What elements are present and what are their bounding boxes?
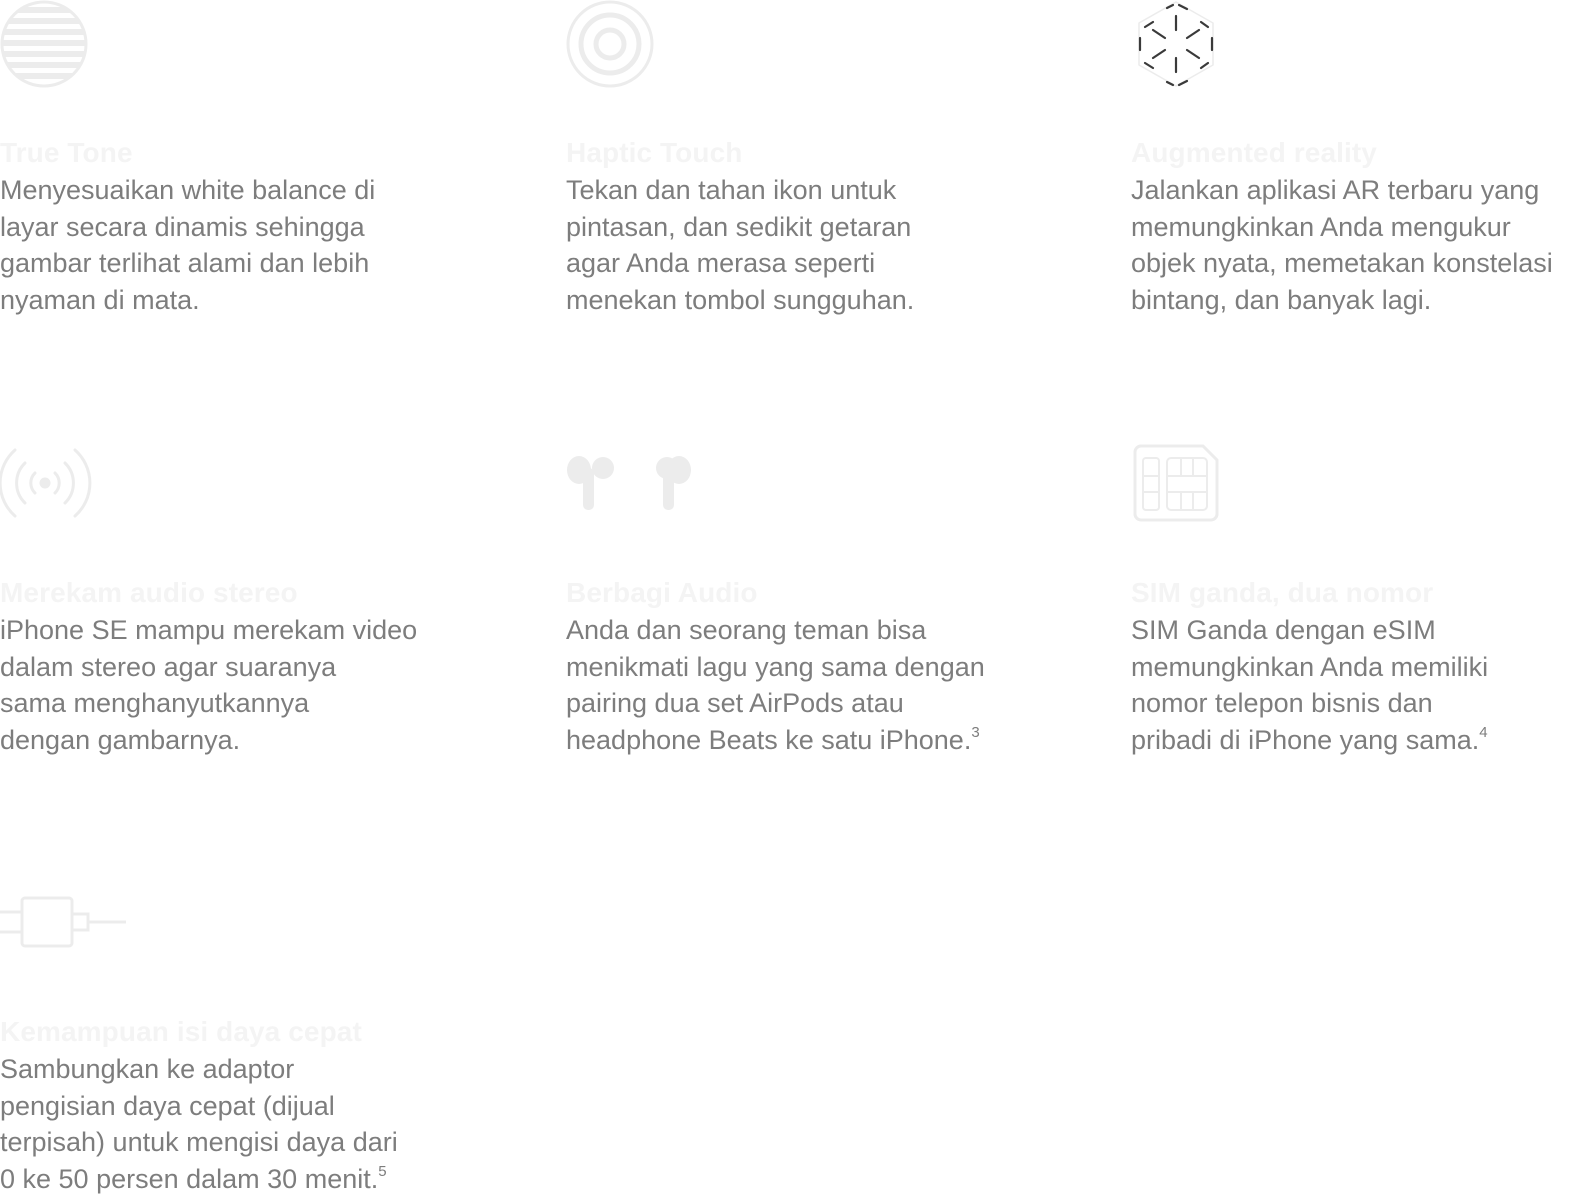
feature-description: Sambungkan ke adaptor pengisian daya cep… [0,1054,398,1194]
feature-description: Jalankan aplikasi AR terbaru yang memung… [1131,175,1553,315]
feature-title: Haptic Touch [566,137,743,168]
feature-title: True Tone [0,137,133,168]
dual-sim-icon [1133,444,1219,522]
feature-title: Augmented reality [1131,137,1377,168]
augmented-reality-icon [1138,1,1214,87]
feature-description: Tekan dan tahan ikon untuk pintasan, dan… [566,175,915,315]
feature-description: SIM Ganda dengan eSIM memungkinkan Anda … [1131,615,1489,755]
footnote-marker[interactable]: 5 [378,1163,386,1180]
feature-description: Anda dan seorang teman bisa menikmati la… [566,615,985,755]
footnote-marker[interactable]: 3 [971,724,979,741]
haptic-touch-icon [566,0,654,88]
footnote-marker[interactable]: 4 [1479,724,1487,741]
feature-title: Kemampuan isi daya cepat [0,1016,362,1047]
feature-description: Menyesuaikan white balance di layar seca… [0,175,376,315]
stereo-recording-icon [0,448,92,518]
feature-description: iPhone SE mampu merekam video dalam ster… [0,615,418,755]
feature-title: SIM ganda, dua nomor [1131,577,1434,608]
fast-charge-adapter-icon [0,896,126,948]
airpods-icon [567,456,691,510]
feature-title: Berbagi Audio [566,577,758,608]
feature-title: Merekam audio stereo [0,577,298,608]
true-tone-icon [0,0,88,88]
